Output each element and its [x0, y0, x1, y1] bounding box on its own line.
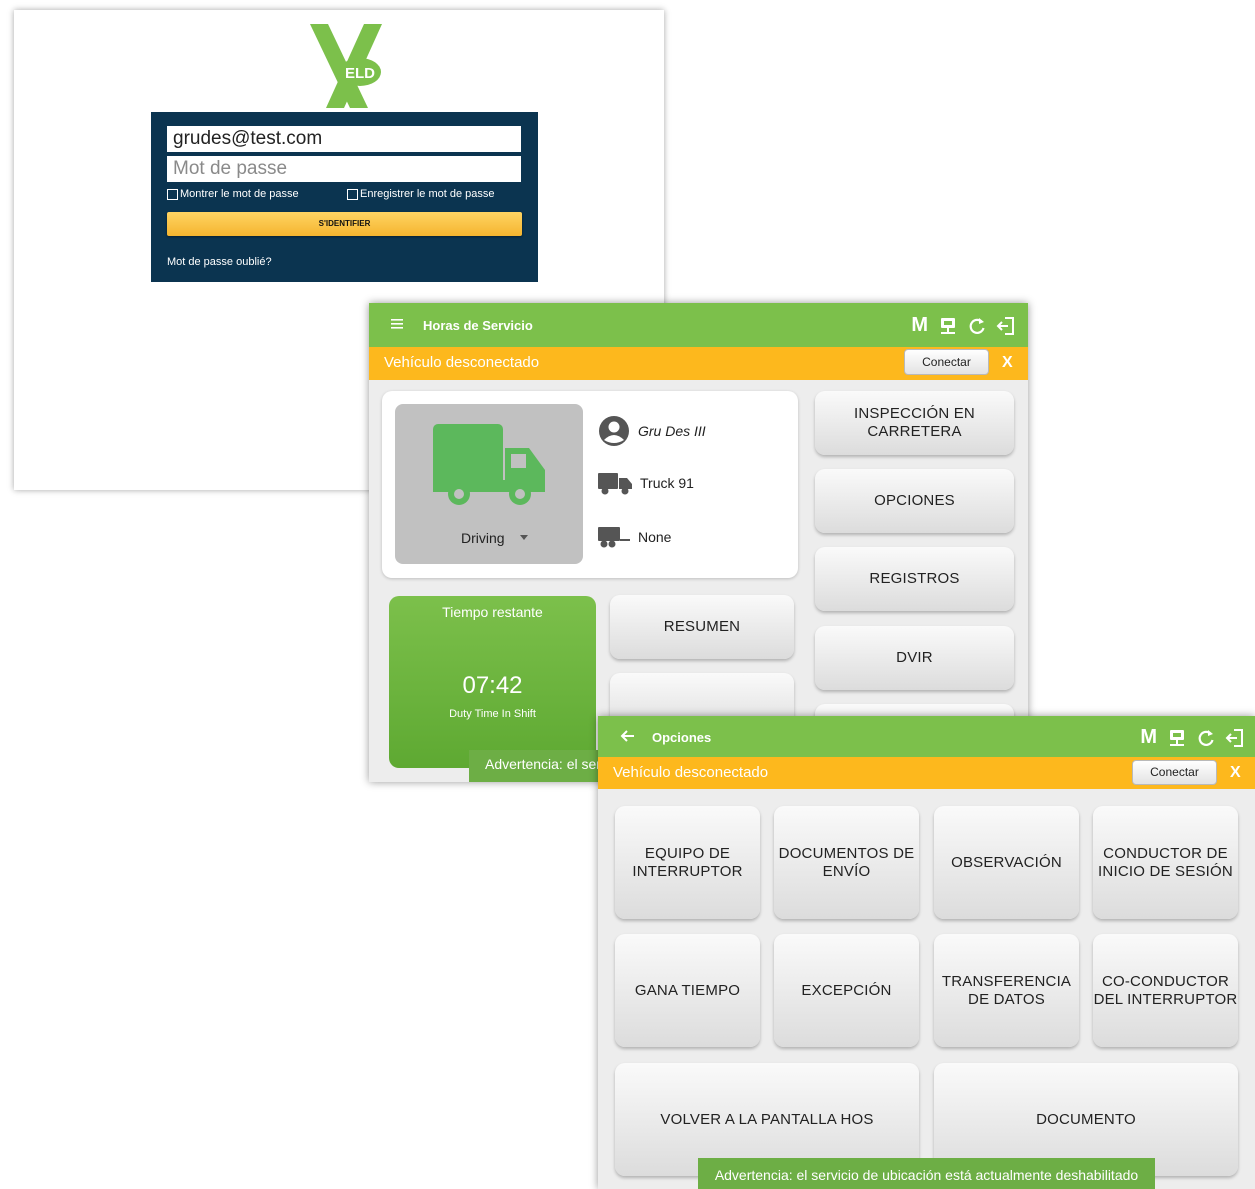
person-icon [599, 416, 629, 446]
options-top-bar: Opciones M [598, 716, 1255, 757]
vehicle-disconnected-bar: Vehículo desconectado Conectar X [598, 757, 1255, 789]
refresh-icon[interactable] [968, 317, 986, 335]
logs-button[interactable]: REGISTROS [815, 547, 1014, 611]
driver-row: Gru Des III [598, 415, 706, 447]
dropdown-arrow-icon [520, 535, 528, 540]
connect-button[interactable]: Conectar [1132, 760, 1217, 785]
options-screen: Opciones M Vehículo desconectado Conecta… [598, 716, 1255, 1189]
dvir-button[interactable]: DVIR [815, 626, 1014, 690]
driver-status-card: Driving Gru Des III Truck 91 None [382, 391, 798, 578]
exception-button[interactable]: EXCEPCIÓN [774, 934, 919, 1047]
options-button[interactable]: OPCIONES [815, 469, 1014, 533]
switch-equipment-button[interactable]: EQUIPO DE INTERRUPTOR [615, 806, 760, 919]
observation-button[interactable]: OBSERVACIÓN [934, 806, 1079, 919]
device-icon[interactable] [938, 316, 958, 336]
driver-name: Gru Des III [638, 423, 706, 439]
logout-icon[interactable] [996, 316, 1016, 336]
vehicle-icon [598, 473, 632, 495]
switch-codriver-button[interactable]: CO-CONDUCTOR DEL INTERRUPTOR [1093, 934, 1238, 1047]
hos-screen: Horas de Servicio M Vehículo desconectad… [369, 303, 1028, 782]
menu-icon[interactable] [391, 319, 403, 329]
device-icon[interactable] [1167, 728, 1187, 748]
trailer-icon [598, 527, 630, 548]
checkbox-box[interactable] [167, 188, 178, 200]
refresh-icon[interactable] [1197, 729, 1215, 747]
truck-icon [433, 424, 545, 505]
duty-status-label: Driving [461, 530, 505, 546]
connect-button[interactable]: Conectar [904, 349, 989, 375]
m-icon[interactable]: M [1140, 726, 1157, 749]
email-field[interactable] [167, 126, 521, 152]
vehicle-disconnected-bar: Vehículo desconectado Conectar X [369, 347, 1028, 380]
gain-time-button[interactable]: GANA TIEMPO [615, 934, 760, 1047]
trailer-row: None [598, 525, 671, 549]
forgot-password-link[interactable]: Mot de passe oublié? [167, 256, 272, 268]
data-transfer-button[interactable]: TRANSFERENCIA DE DATOS [934, 934, 1079, 1047]
hos-top-bar: Horas de Servicio M [369, 303, 1028, 347]
show-password-checkbox[interactable]: Montrer le mot de passe [167, 188, 299, 200]
m-icon[interactable]: M [911, 314, 928, 337]
back-arrow-icon[interactable] [620, 730, 634, 742]
login-form: Montrer le mot de passe Enregistrer le m… [151, 112, 538, 282]
summary-button[interactable]: RESUMEN [610, 595, 794, 659]
checkbox-row: Montrer le mot de passe Enregistrer le m… [167, 188, 521, 204]
close-button[interactable]: X [1230, 764, 1241, 782]
toolbar-icons: M [911, 314, 1016, 337]
logout-icon[interactable] [1225, 728, 1245, 748]
login-driver-button[interactable]: CONDUCTOR DE INICIO DE SESIÓN [1093, 806, 1238, 919]
disconnected-message: Vehículo desconectado [384, 354, 540, 371]
vehicle-row: Truck 91 [598, 471, 694, 495]
save-password-checkbox[interactable]: Enregistrer le mot de passe [347, 188, 495, 200]
timer-title: Tiempo restante [442, 604, 543, 620]
checkbox-box[interactable] [347, 188, 358, 200]
trailer-name: None [638, 529, 672, 545]
location-warning-toast: Advertencia: el servicio de ubicación es… [469, 750, 600, 782]
timer-caption: Duty Time In Shift [449, 708, 536, 720]
page-title: Horas de Servicio [423, 318, 533, 333]
logo-text: ELD [345, 65, 375, 82]
shipping-documents-button[interactable]: DOCUMENTOS DE ENVÍO [774, 806, 919, 919]
show-password-label: Montrer le mot de passe [180, 188, 299, 200]
page-title: Opciones [652, 730, 712, 745]
timer-value: 07:42 [462, 672, 523, 699]
location-warning-toast: Advertencia: el servicio de ubicación es… [698, 1158, 1155, 1189]
time-remaining-card[interactable]: Tiempo restante 07:42 Duty Time In Shift [389, 596, 596, 768]
sign-in-button[interactable]: S'IDENTIFIER [167, 212, 522, 236]
xeld-logo: ELD [310, 24, 382, 108]
close-button[interactable]: X [1002, 354, 1013, 372]
roadside-inspection-button[interactable]: INSPECCIÓN EN CARRETERA [815, 391, 1014, 455]
screenshot-collage: ELD Montrer le mot de passe Enregistrer … [0, 0, 1255, 1189]
disconnected-message: Vehículo desconectado [613, 764, 769, 781]
vehicle-name: Truck 91 [640, 475, 694, 491]
password-field[interactable] [167, 156, 521, 182]
duty-status-selector[interactable]: Driving [395, 404, 583, 564]
toolbar-icons: M [1140, 726, 1245, 749]
save-password-label: Enregistrer le mot de passe [360, 188, 495, 200]
